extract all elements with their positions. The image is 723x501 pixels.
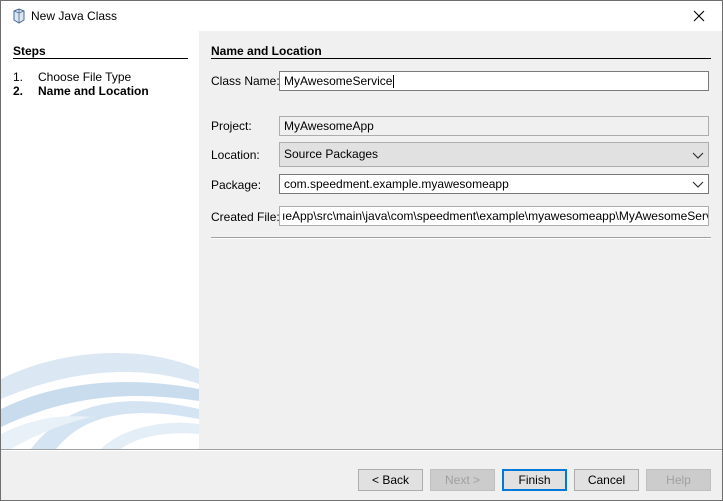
steps-divider <box>13 58 188 59</box>
created-file-label: Created File: <box>211 210 280 224</box>
package-value: com.speedment.example.myawesomeapp <box>284 177 509 191</box>
location-label: Location: <box>211 148 260 162</box>
java-cup-icon <box>13 8 25 24</box>
step-label: Choose File Type <box>38 70 132 84</box>
class-name-label: Class Name: <box>211 74 280 88</box>
next-button[interactable]: Next > <box>430 469 495 491</box>
form-separator <box>211 237 711 239</box>
decorative-swoosh-graphic <box>1 352 199 449</box>
step-number: 2. <box>13 84 24 98</box>
created-file-field: ıeApp\src\main\java\com\speedment\exampl… <box>279 206 709 226</box>
content-panel: Name and Location Class Name: MyAwesomeS… <box>199 31 722 449</box>
location-value: Source Packages <box>284 147 379 161</box>
created-file-value: ıeApp\src\main\java\com\speedment\exampl… <box>282 209 709 223</box>
project-value: MyAwesomeApp <box>284 119 374 133</box>
steps-panel: Steps 1. Choose File Type 2. Name and Loca… <box>1 31 199 449</box>
close-button[interactable] <box>676 1 722 31</box>
chevron-down-icon <box>692 181 704 188</box>
step-number: 1. <box>13 70 24 84</box>
steps-title: Steps <box>13 44 46 58</box>
class-name-value: MyAwesomeService <box>284 74 393 88</box>
project-field: MyAwesomeApp <box>279 116 709 136</box>
dialog-window: New Java Class Steps 1. Choose File Type … <box>0 0 723 501</box>
close-icon <box>693 10 705 22</box>
button-bar-separator <box>1 449 722 451</box>
back-button[interactable]: < Back <box>358 469 423 491</box>
package-label: Package: <box>211 178 262 192</box>
text-caret <box>393 75 395 89</box>
project-label: Project: <box>211 119 252 133</box>
location-dropdown[interactable]: Source Packages <box>279 142 709 167</box>
cancel-button[interactable]: Cancel <box>574 469 639 491</box>
section-title: Name and Location <box>211 44 322 58</box>
step-choose-file-type: 1. Choose File Type <box>13 70 131 84</box>
class-name-input[interactable]: MyAwesomeService <box>279 71 709 91</box>
package-combobox[interactable]: com.speedment.example.myawesomeapp <box>279 174 709 194</box>
step-label: Name and Location <box>38 84 149 98</box>
help-button[interactable]: Help <box>646 469 711 491</box>
title-bar: New Java Class <box>1 1 722 31</box>
finish-button[interactable]: Finish <box>502 469 567 491</box>
step-name-and-location: 2. Name and Location <box>13 84 149 98</box>
section-divider <box>211 58 711 59</box>
window-title: New Java Class <box>31 9 118 23</box>
chevron-down-icon <box>692 152 704 159</box>
